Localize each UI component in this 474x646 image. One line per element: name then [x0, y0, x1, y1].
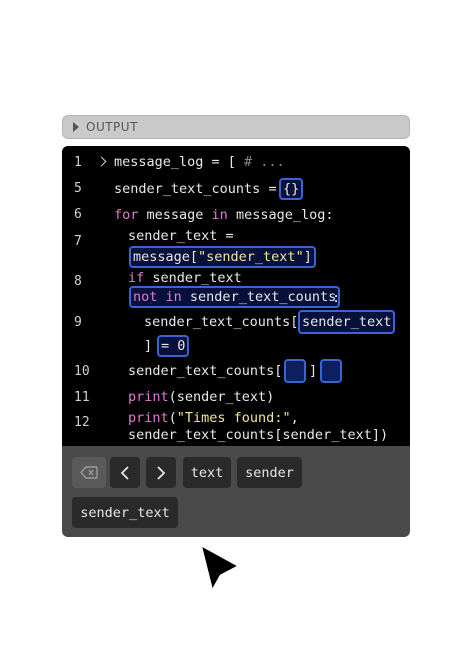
- code-slot-condition[interactable]: not in sender_text_counts: [129, 286, 341, 308]
- code-colon: :: [332, 290, 341, 306]
- code-line-10: sender_text_counts[: [128, 363, 283, 379]
- code-slot-message-index[interactable]: message["sender_text"]: [129, 246, 316, 268]
- code-slot-empty[interactable]: [320, 359, 342, 383]
- line-number: 6: [74, 207, 82, 222]
- line-number: 5: [74, 181, 82, 196]
- code-line-11: print(sender_text): [128, 389, 275, 405]
- code-line-6: for message in message_log:: [114, 207, 334, 223]
- code-line-12-continued: sender_text_counts[sender_text]): [128, 427, 389, 443]
- code-slot-key[interactable]: sender_text: [298, 310, 396, 334]
- code-slot-empty[interactable]: [284, 359, 306, 383]
- code-editor: 1 5 6 7 8 9 10 11 12 message_log = [ # .…: [62, 146, 410, 446]
- token-sender-key[interactable]: sender: [237, 457, 302, 488]
- expand-triangle-icon: [73, 122, 79, 132]
- code-slot-assign[interactable]: = 0: [157, 335, 190, 357]
- cursor-left-key[interactable]: [110, 457, 140, 488]
- line-number: 10: [74, 364, 90, 379]
- output-panel-header[interactable]: OUTPUT: [62, 115, 410, 139]
- output-panel-title: OUTPUT: [86, 120, 138, 134]
- backspace-icon: [80, 466, 98, 479]
- code-line-12: print("Times found:",: [128, 410, 299, 426]
- code-line-1: message_log = [ # ...: [114, 154, 285, 170]
- code-line-8: if sender_text: [128, 270, 242, 286]
- line-number: 12: [74, 415, 90, 430]
- line-number: 7: [74, 234, 82, 249]
- line-number: 8: [74, 274, 82, 289]
- token-text-key[interactable]: text: [183, 457, 231, 488]
- token-keyboard: text sender sender_text: [62, 446, 410, 537]
- code-bracket-mid: ]: [309, 363, 318, 379]
- line-number: 11: [74, 390, 90, 405]
- fold-chevron-icon[interactable]: [96, 156, 107, 167]
- line-number: 9: [74, 315, 82, 330]
- code-slot-dict[interactable]: {}: [279, 178, 304, 200]
- token-sender-text-key[interactable]: sender_text: [72, 497, 178, 528]
- chevron-right-icon: [157, 465, 166, 480]
- code-line-5: sender_text_counts =: [114, 181, 277, 197]
- mouse-pointer-icon: [198, 542, 242, 594]
- line-number: 1: [74, 155, 82, 170]
- code-line-9: sender_text_counts[: [144, 314, 299, 330]
- code-line-7: sender_text =: [128, 228, 234, 244]
- code-bracket-close: ]: [144, 338, 153, 354]
- chevron-left-icon: [120, 465, 129, 480]
- backspace-key[interactable]: [72, 457, 106, 488]
- cursor-right-key[interactable]: [146, 457, 176, 488]
